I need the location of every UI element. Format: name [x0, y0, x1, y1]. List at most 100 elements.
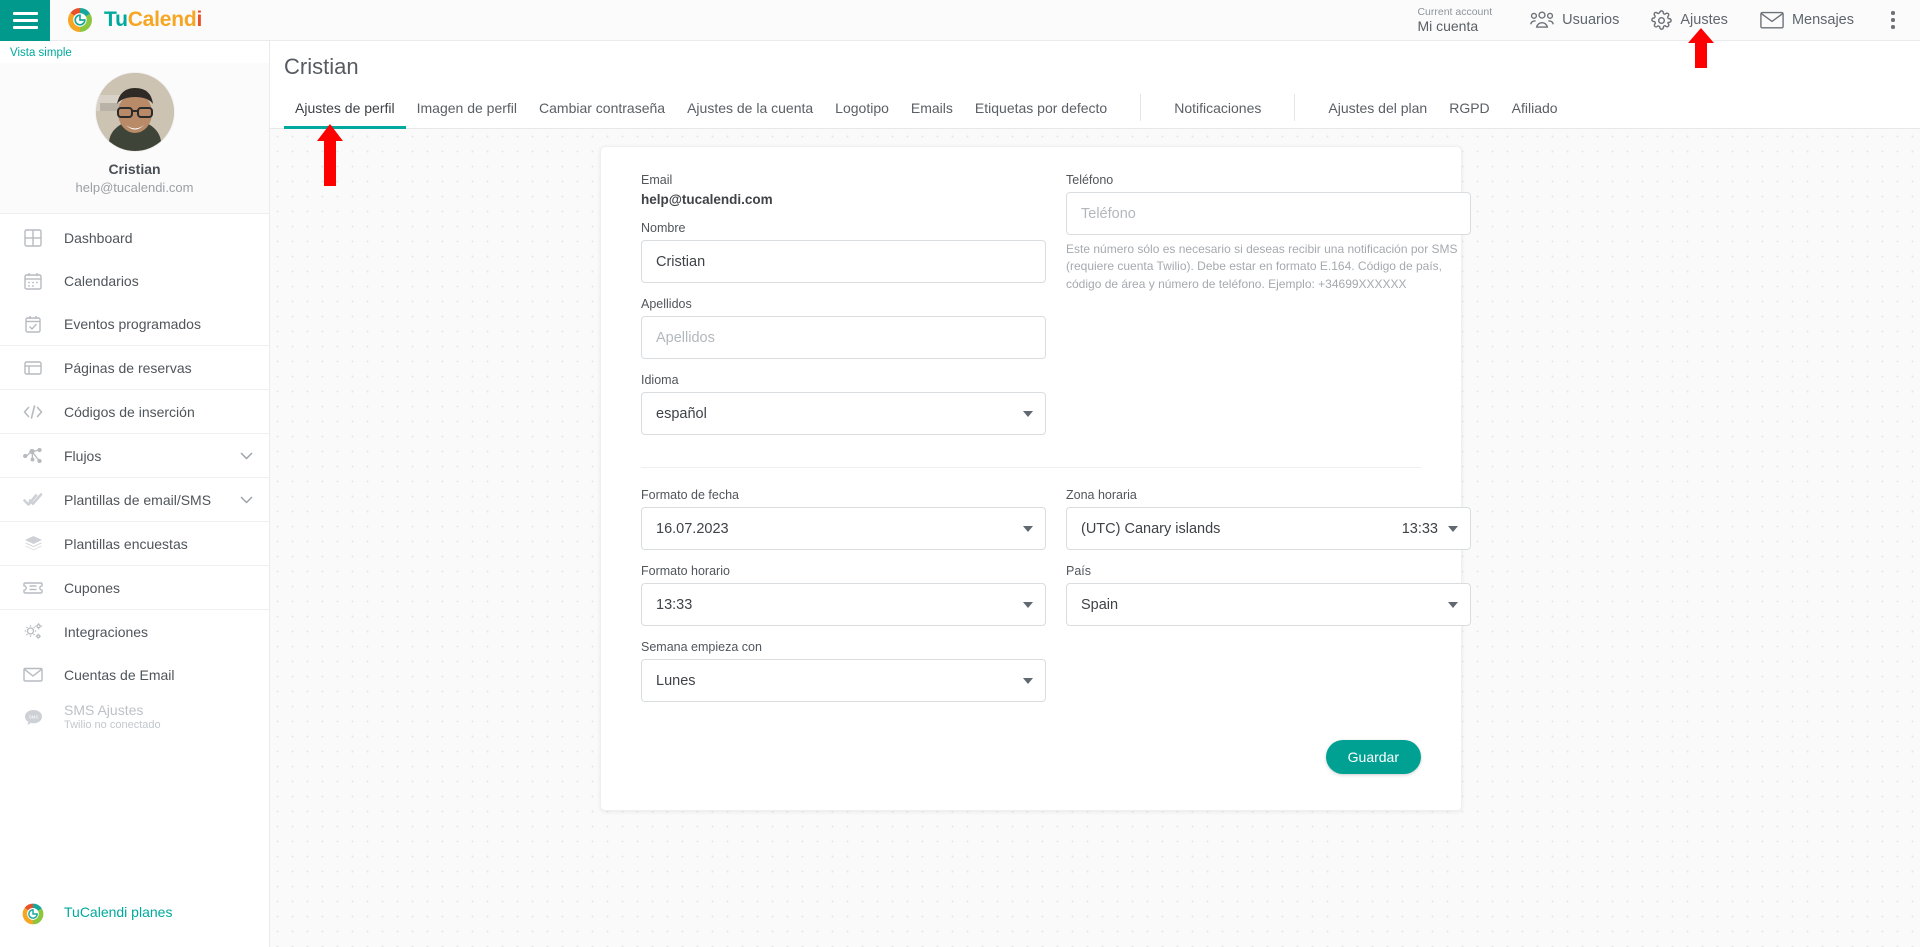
label-formato-horario: Formato horario [641, 564, 730, 578]
label-formato-de-fecha: Formato de fecha [641, 488, 739, 502]
hamburger-bar [12, 18, 38, 22]
sidebar-item-dashboard[interactable]: Dashboard [0, 216, 269, 259]
tab-ajustes-de-perfil[interactable]: Ajustes de perfil [284, 87, 406, 129]
zona-horaria-select[interactable]: (UTC) Canary islands 13:33 [1066, 507, 1471, 550]
sms-bubble-icon: SMS [20, 709, 46, 726]
sidebar-label-flujos: Flujos [64, 447, 102, 464]
form-row-top: Email help@tucalendi.com Nombre Apellido… [641, 173, 1471, 449]
save-button[interactable]: Guardar [1325, 740, 1421, 774]
chevron-down-icon[interactable] [240, 451, 253, 460]
tab-label: RGPD [1449, 99, 1490, 116]
chevron-down-icon [1023, 677, 1033, 684]
kebab-dot [1891, 25, 1895, 29]
users-icon [1530, 11, 1555, 29]
tab-label: Etiquetas por defecto [974, 99, 1108, 116]
field-pais: País Spain [1066, 564, 1471, 626]
sidebar-group: Flujos [0, 434, 269, 478]
sidebar-item-tucalendi-planes[interactable]: TuCalendi planes [0, 883, 269, 947]
kebab-dot [1891, 18, 1895, 22]
topbar-item-mensajes[interactable]: Mensajes [1744, 0, 1870, 41]
tab-ajustes-del-plan[interactable]: Ajustes del plan [1317, 87, 1438, 128]
sidebar-item-paginas-de-reservas[interactable]: Páginas de reservas [0, 346, 269, 389]
formato-horario-selected-value: 13:33 [656, 596, 693, 613]
sidebar-label-cupones: Cupones [64, 579, 121, 596]
apellidos-input[interactable] [641, 316, 1046, 359]
form-column-right: Teléfono Este número sólo es necesario s… [1066, 173, 1471, 449]
tab-label: Cambiar contraseña [539, 99, 666, 116]
current-account-value: Mi cuenta [1417, 17, 1479, 34]
sidebar-item-sms-ajustes[interactable]: SMS SMS Ajustes Twilio no conectado [0, 696, 269, 739]
tab-label: Afiliado [1511, 99, 1558, 116]
tucalendi-logo-icon [20, 901, 46, 927]
brand-calend: Calend [127, 8, 197, 31]
sidebar-item-calendarios[interactable]: Calendarios [0, 259, 269, 302]
label-email: Email [641, 173, 673, 187]
tab-emails[interactable]: Emails [900, 87, 964, 128]
brand-i: i [196, 8, 203, 31]
kebab-menu-icon[interactable] [1876, 0, 1910, 41]
topbar-label-usuarios: Usuarios [1562, 12, 1620, 28]
envelope-icon [1760, 11, 1784, 29]
formato-horario-select[interactable]: 13:33 [641, 583, 1046, 626]
sidebar-profile-name: Cristian [108, 161, 161, 177]
tab-etiquetas-por-defecto[interactable]: Etiquetas por defecto [964, 87, 1118, 128]
gear-icon [1651, 9, 1673, 31]
formato-fecha-select[interactable]: 16.07.2023 [641, 507, 1046, 550]
label-semana-empieza-con: Semana empieza con [641, 640, 762, 654]
sidebar-item-integraciones[interactable]: Integraciones [0, 610, 269, 653]
topbar-label-mensajes: Mensajes [1791, 12, 1854, 28]
tab-logotipo[interactable]: Logotipo [824, 87, 900, 128]
sidebar-label-codigos-de-insercion: Códigos de inserción [64, 403, 195, 420]
tab-rgpd[interactable]: RGPD [1438, 87, 1500, 128]
tab-imagen-de-perfil[interactable]: Imagen de perfil [406, 87, 528, 128]
sidebar-group: Códigos de inserción [0, 390, 269, 434]
sidebar-label-integraciones: Integraciones [64, 623, 149, 640]
select-right [1023, 410, 1033, 417]
field-telefono: Teléfono Este número sólo es necesario s… [1066, 173, 1471, 293]
tab-label: Imagen de perfil [416, 99, 518, 116]
sidebar-item-cuentas-de-email[interactable]: Cuentas de Email [0, 653, 269, 696]
tab-cambiar-contrasena[interactable]: Cambiar contraseña [528, 87, 676, 128]
label-idioma: Idioma [641, 373, 679, 387]
chevron-down-icon [1448, 601, 1458, 608]
sidebar-item-codigos-de-insercion[interactable]: Códigos de inserción [0, 390, 269, 433]
sidebar-item-eventos-programados[interactable]: Eventos programados [0, 302, 269, 345]
pais-select[interactable]: Spain [1066, 583, 1471, 626]
current-account-block[interactable]: Current account Mi cuenta [1417, 6, 1492, 34]
tab-afiliado[interactable]: Afiliado [1501, 87, 1569, 128]
settings-tab-bar: Ajustes de perfil Imagen de perfil Cambi… [270, 87, 1920, 129]
hamburger-menu-icon[interactable] [0, 0, 50, 41]
field-idioma: Idioma español [641, 373, 1046, 435]
sidebar-item-flujos[interactable]: Flujos [0, 434, 269, 477]
tab-ajustes-de-la-cuenta[interactable]: Ajustes de la cuenta [676, 87, 824, 128]
sidebar-item-plantillas-encuestas[interactable]: Plantillas encuestas [0, 522, 269, 565]
tab-notificaciones[interactable]: Notificaciones [1163, 87, 1272, 128]
zona-horaria-time: 13:33 [1401, 520, 1438, 537]
form-column-left: Email help@tucalendi.com Nombre Apellido… [641, 173, 1046, 449]
sidebar-label-calendarios: Calendarios [64, 272, 139, 289]
chevron-down-icon [1023, 410, 1033, 417]
form-column-right-bottom: Zona horaria (UTC) Canary islands 13:33 … [1066, 488, 1471, 716]
topbar-item-usuarios[interactable]: Usuarios [1514, 0, 1635, 41]
chevron-down-icon[interactable] [240, 495, 253, 504]
sidebar-navigation: Dashboard Calendarios Eventos programado… [0, 214, 269, 739]
sidebar-item-cupones[interactable]: Cupones [0, 566, 269, 609]
topbar-item-ajustes[interactable]: Ajustes [1635, 0, 1744, 41]
idioma-select[interactable]: español [641, 392, 1046, 435]
nombre-input[interactable] [641, 240, 1046, 283]
sidebar-label-paginas-de-reservas: Páginas de reservas [64, 359, 192, 376]
avatar[interactable] [95, 73, 174, 151]
label-zona-horaria: Zona horaria [1066, 488, 1137, 502]
telefono-input[interactable] [1066, 192, 1471, 235]
sidebar-item-plantillas-de-email-sms[interactable]: Plantillas de email/SMS [0, 478, 269, 521]
tab-label: Emails [910, 99, 953, 116]
current-account-label: Current account [1417, 5, 1493, 18]
semana-empieza-select[interactable]: Lunes [641, 659, 1046, 702]
brand-tu: Tu [104, 8, 128, 31]
top-navigation-bar: TuCalendi Current account Mi cuenta Usua… [0, 0, 1920, 41]
select-right [1023, 525, 1033, 532]
sidebar-view-mode-link[interactable]: Vista simple [0, 41, 269, 63]
select-right [1023, 677, 1033, 684]
field-email: Email help@tucalendi.com [641, 173, 1046, 207]
brand-logo-link[interactable]: TuCalendi [65, 5, 202, 35]
